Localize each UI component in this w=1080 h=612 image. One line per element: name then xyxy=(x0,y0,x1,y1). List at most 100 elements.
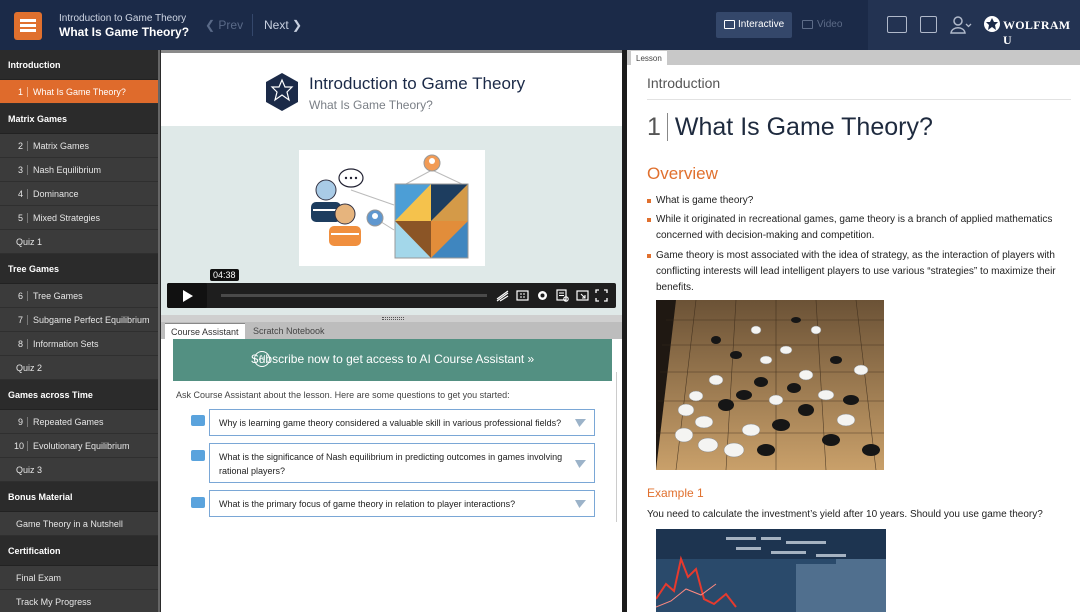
chat-bubble-icon xyxy=(191,450,205,461)
lesson-number: 1 xyxy=(14,87,28,97)
go-board-photo xyxy=(656,300,884,470)
sidebar-scrollbar[interactable] xyxy=(158,50,160,612)
sidebar-item-label: What Is Game Theory? xyxy=(33,87,126,97)
wolfram-hexagon-logo-icon xyxy=(265,72,299,112)
sidebar-item-quiz-3[interactable]: Quiz 3 xyxy=(0,458,160,482)
sidebar-item-label: Evolutionary Equilibrium xyxy=(33,441,130,451)
play-icon[interactable] xyxy=(167,283,207,308)
suggested-question-1[interactable]: Why is learning game theory considered a… xyxy=(209,409,595,436)
lesson-number: 5 xyxy=(14,213,28,223)
overview-bullet: Game theory is most associated with the … xyxy=(647,248,1067,296)
sidebar-item-nash-equilibrium[interactable]: 3 Nash Equilibrium xyxy=(0,158,160,182)
next-button[interactable]: Next ❯ xyxy=(264,18,302,32)
tab-scratch-notebook[interactable]: Scratch Notebook xyxy=(247,323,331,339)
sidebar-item-label: Tree Games xyxy=(33,291,83,301)
course-subtitle: Introduction to Game Theory xyxy=(59,13,187,24)
sidebar-item-game-theory-nutshell[interactable]: Game Theory in a Nutshell xyxy=(0,512,160,536)
video-frame[interactable]: 04:38 xyxy=(161,126,622,318)
assistant-tabs: Course Assistant Scratch Notebook xyxy=(161,322,622,339)
sidebar-item-label: Information Sets xyxy=(33,339,99,349)
next-label: Next xyxy=(264,18,289,32)
video-progress-bar[interactable] xyxy=(221,294,487,297)
user-icon[interactable] xyxy=(950,15,972,35)
sidebar-item-subgame-perfect-equilibrium[interactable]: 7 Subgame Perfect Equilibrium xyxy=(0,308,160,332)
brand-label[interactable]: WOLFRAM U xyxy=(1003,18,1080,48)
video-label: Video xyxy=(817,19,843,30)
sidebar-section-certification[interactable]: Certification xyxy=(0,536,160,566)
overview-bullet: What is game theory? xyxy=(647,193,1067,209)
send-icon xyxy=(575,419,586,427)
lesson-title: 1 What Is Game Theory? xyxy=(647,113,933,142)
sidebar-item-matrix-games[interactable]: 2 Matrix Games xyxy=(0,134,160,158)
chevron-left-icon: ❮ xyxy=(205,18,219,32)
lesson-pane: Lesson Introduction 1 What Is Game Theory… xyxy=(627,50,1080,612)
overview-heading: Overview xyxy=(647,164,718,183)
interactive-label: Interactive xyxy=(738,19,785,30)
question-text: What is the significance of Nash equilib… xyxy=(219,452,563,476)
assistant-scrollbar[interactable] xyxy=(613,372,617,522)
chat-bubble-icon xyxy=(191,415,205,426)
section-divider xyxy=(647,99,1071,100)
lesson-number: 4 xyxy=(14,189,28,199)
example-text: You need to calculate the investment’s y… xyxy=(647,509,1043,520)
menu-icon[interactable] xyxy=(14,12,42,40)
section-heading: Introduction xyxy=(647,75,721,91)
certificate-icon[interactable] xyxy=(887,16,907,33)
video-timestamp: 04:38 xyxy=(210,269,239,281)
sidebar-section-tree-games[interactable]: Tree Games xyxy=(0,254,160,284)
suggested-question-3[interactable]: What is the primary focus of game theory… xyxy=(209,490,595,517)
picture-in-picture-icon[interactable] xyxy=(576,289,589,302)
sidebar-item-tree-games[interactable]: 6 Tree Games xyxy=(0,284,160,308)
send-icon xyxy=(575,500,586,508)
sidebar-item-evolutionary-equilibrium[interactable]: 10 Evolutionary Equilibrium xyxy=(0,434,160,458)
video-title: Introduction to Game Theory xyxy=(309,74,526,93)
subscribe-text: Subscribe now to get access to AI Course… xyxy=(250,352,535,366)
sidebar-item-label: Matrix Games xyxy=(33,141,90,151)
lesson-number: 10 xyxy=(14,441,28,451)
sidebar-section-games-across-time[interactable]: Games across Time xyxy=(0,380,160,410)
suggested-question-2[interactable]: What is the significance of Nash equilib… xyxy=(209,443,595,483)
sidebar-item-final-exam[interactable]: Final Exam xyxy=(0,566,160,590)
captions-icon[interactable] xyxy=(516,289,529,302)
prev-label: Prev xyxy=(218,18,244,32)
question-text: What is the primary focus of game theory… xyxy=(219,499,516,509)
game-theory-illustration xyxy=(299,150,485,266)
lesson-number: 9 xyxy=(14,417,28,427)
sidebar-item-mixed-strategies[interactable]: 5 Mixed Strategies xyxy=(0,206,160,230)
sidebar-item-dominance[interactable]: 4 Dominance xyxy=(0,182,160,206)
sidebar-item-label: Nash Equilibrium xyxy=(33,165,102,175)
lesson-number: 7 xyxy=(14,315,28,325)
course-sidebar: Introduction 1 What Is Game Theory? Matri… xyxy=(0,50,160,612)
pane-resize-handle[interactable] xyxy=(161,315,622,322)
lesson-tabbar: Lesson xyxy=(627,50,1080,65)
interactive-mode-button[interactable]: Interactive xyxy=(716,12,792,38)
ai-icon: AI xyxy=(254,351,270,367)
video-mode-button[interactable]: Video xyxy=(802,12,852,38)
fullscreen-icon[interactable] xyxy=(595,289,608,302)
assistant-intro: Ask Course Assistant about the lesson. H… xyxy=(176,390,510,400)
keyboard-icon[interactable] xyxy=(920,16,937,33)
settings-icon[interactable] xyxy=(536,289,549,302)
sidebar-item-track-my-progress[interactable]: Track My Progress xyxy=(0,590,160,612)
question-text: Why is learning game theory considered a… xyxy=(219,418,562,428)
sidebar-item-quiz-1[interactable]: Quiz 1 xyxy=(0,230,160,254)
sidebar-item-label: Repeated Games xyxy=(33,417,104,427)
sidebar-item-quiz-2[interactable]: Quiz 2 xyxy=(0,356,160,380)
sidebar-item-repeated-games[interactable]: 9 Repeated Games xyxy=(0,410,160,434)
subscribe-banner[interactable]: AI Subscribe now to get access to AI Cou… xyxy=(173,339,612,381)
sidebar-section-introduction[interactable]: Introduction xyxy=(0,50,160,80)
sidebar-section-bonus-material[interactable]: Bonus Material xyxy=(0,482,160,512)
lesson-number: 2 xyxy=(14,141,28,151)
sidebar-section-matrix-games[interactable]: Matrix Games xyxy=(0,104,160,134)
sidebar-item-label: Dominance xyxy=(33,189,79,199)
sidebar-item-information-sets[interactable]: 8 Information Sets xyxy=(0,332,160,356)
tab-course-assistant[interactable]: Course Assistant xyxy=(165,323,245,339)
tab-lesson[interactable]: Lesson xyxy=(631,51,667,65)
example-heading: Example 1 xyxy=(647,486,704,500)
transcript-icon[interactable] xyxy=(556,289,569,302)
sound-off-icon[interactable] xyxy=(496,289,509,302)
video-player[interactable]: Introduction to Game Theory What Is Game… xyxy=(161,50,622,318)
prev-button[interactable]: ❮ Prev xyxy=(205,18,243,32)
interactive-icon xyxy=(724,20,735,29)
sidebar-item-what-is-game-theory[interactable]: 1 What Is Game Theory? xyxy=(0,80,160,104)
